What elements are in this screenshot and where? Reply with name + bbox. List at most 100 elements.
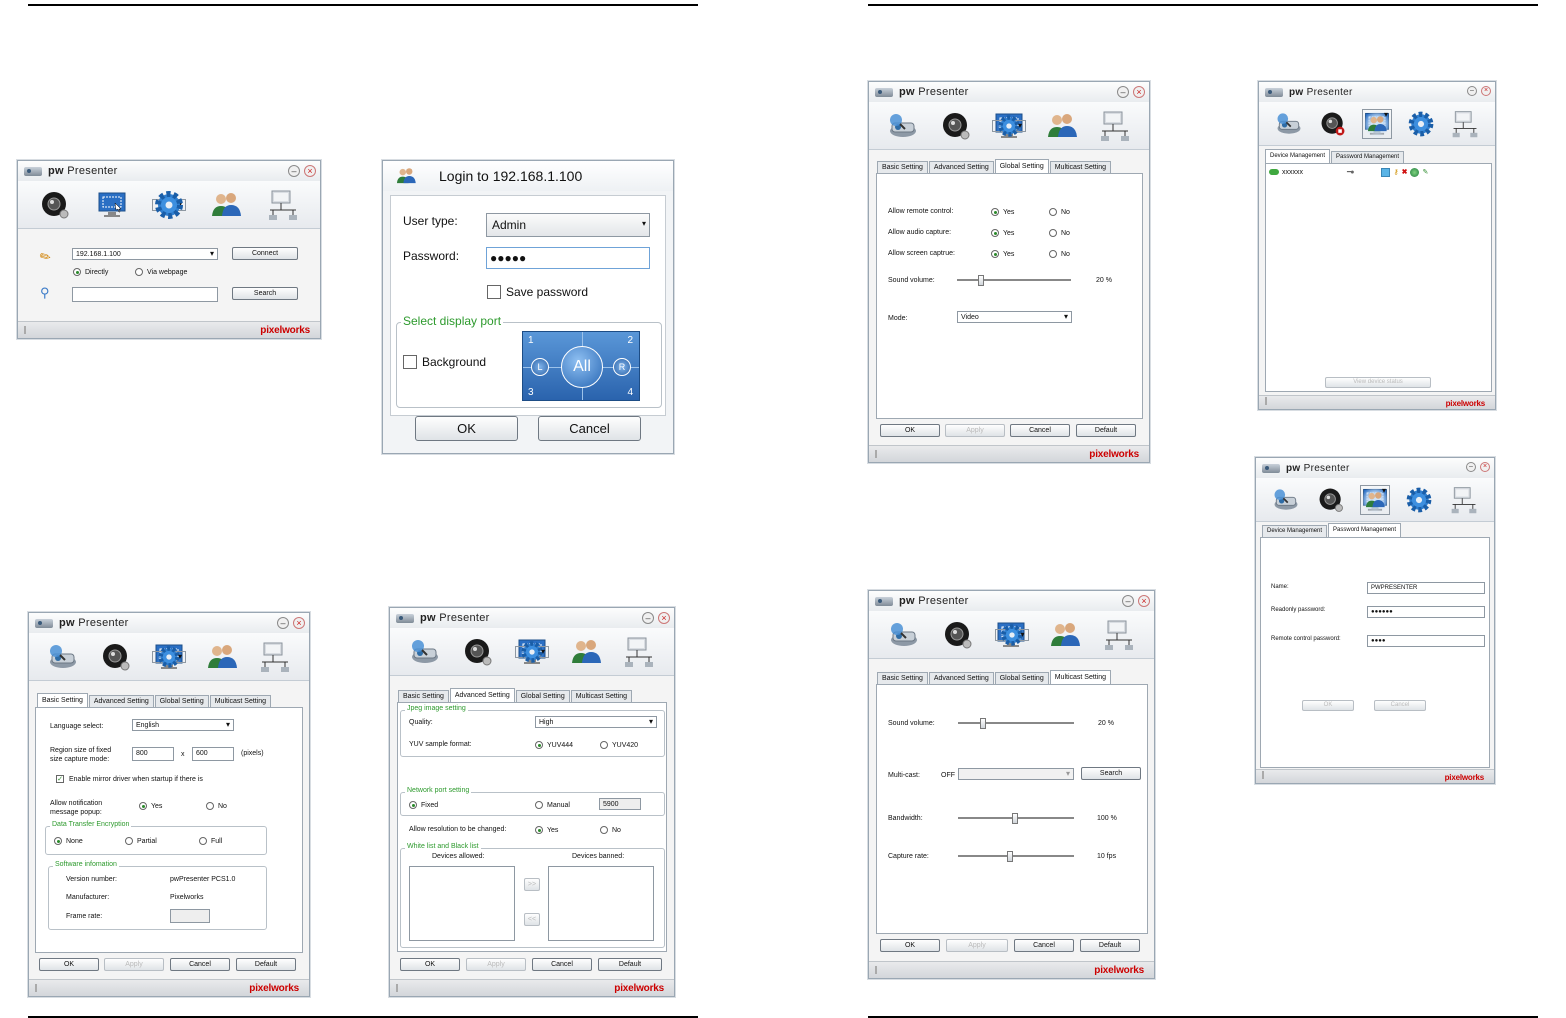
user-edit-icon[interactable]: ✎	[1422, 168, 1428, 176]
apply-button[interactable]: Apply	[945, 424, 1005, 437]
close-button[interactable]: ×	[1480, 462, 1490, 472]
tab-basic-setting[interactable]: Basic Setting	[37, 693, 88, 707]
tab-advanced-setting[interactable]: Advanced Setting	[928, 161, 994, 173]
sound-volume-slider[interactable]	[958, 718, 1074, 729]
tab-multicast-setting[interactable]: Multicast Setting	[209, 695, 272, 707]
camera-icon[interactable]	[99, 640, 133, 674]
default-button[interactable]: Default	[1076, 424, 1136, 437]
tab-global-setting[interactable]: Global Setting	[994, 159, 1049, 173]
camera-icon[interactable]	[1316, 485, 1346, 515]
notification-yes-radio[interactable]: Yes	[139, 802, 162, 810]
network-icon[interactable]	[622, 635, 656, 669]
tab-advanced-setting[interactable]: Advanced Setting	[449, 688, 515, 702]
apply-button[interactable]: Apply	[466, 958, 526, 971]
resolution-yes-radio[interactable]: Yes	[535, 826, 558, 834]
move-to-allowed-button[interactable]: <<	[524, 913, 540, 926]
default-button[interactable]: Default	[1080, 939, 1140, 952]
yuv444-radio[interactable]: YUV444	[535, 741, 573, 749]
gear-icon[interactable]	[515, 646, 549, 658]
port-selector[interactable]: 1 2 3 4 L R All	[522, 331, 640, 401]
minimize-button[interactable]: –	[288, 165, 300, 177]
gear-icon[interactable]	[1404, 485, 1434, 515]
readonly-password-input[interactable]: ●●●●●●	[1367, 606, 1485, 618]
multicast-search-button[interactable]: Search	[1081, 767, 1141, 780]
login-cancel-button[interactable]: Cancel	[538, 416, 641, 441]
audio-yes-radio[interactable]: Yes	[991, 229, 1014, 237]
quality-select[interactable]: High	[535, 716, 657, 728]
port-all-button[interactable]: All	[561, 346, 603, 388]
network-icon[interactable]	[1449, 485, 1479, 515]
search-input[interactable]	[72, 287, 218, 302]
tab-password-management[interactable]: Password Management	[1331, 151, 1405, 163]
encryption-partial-radio[interactable]: Partial	[125, 837, 157, 845]
devices-banned-list[interactable]	[548, 866, 654, 941]
tab-multicast-setting[interactable]: Multicast Setting	[1049, 161, 1112, 173]
close-button[interactable]: ×	[658, 612, 670, 624]
network-icon[interactable]	[1102, 618, 1136, 652]
network-icon[interactable]	[1098, 109, 1132, 143]
port-manual-radio[interactable]: Manual	[535, 801, 570, 809]
password-input[interactable]: ●●●●●	[486, 247, 650, 269]
close-button[interactable]: ×	[1481, 86, 1491, 96]
ok-button[interactable]: OK	[400, 958, 460, 971]
users-icon[interactable]	[569, 635, 603, 669]
tab-global-setting[interactable]: Global Setting	[515, 690, 570, 702]
gear-icon[interactable]	[994, 629, 1029, 641]
via-webpage-radio[interactable]: Via webpage	[135, 268, 187, 276]
default-button[interactable]: Default	[598, 958, 662, 971]
users-icon[interactable]	[1048, 618, 1082, 652]
gear-icon[interactable]	[152, 188, 186, 222]
tab-advanced-setting[interactable]: Advanced Setting	[928, 672, 994, 684]
remote-no-radio[interactable]: No	[1049, 208, 1070, 216]
camera-record-icon[interactable]	[1318, 109, 1348, 139]
tab-global-setting[interactable]: Global Setting	[994, 672, 1049, 684]
projector-icon[interactable]	[1271, 485, 1301, 515]
tab-basic-setting[interactable]: Basic Setting	[877, 161, 928, 173]
projector-icon[interactable]	[886, 109, 920, 143]
resolution-no-radio[interactable]: No	[600, 826, 621, 834]
region-height-input[interactable]: 600	[192, 747, 234, 761]
users-icon[interactable]	[1360, 484, 1390, 515]
cancel-button[interactable]: Cancel	[532, 958, 592, 971]
minimize-button[interactable]: –	[1466, 462, 1476, 472]
network-icon[interactable]	[266, 188, 300, 222]
notification-no-radio[interactable]: No	[206, 802, 227, 810]
apply-button[interactable]: Apply	[946, 939, 1008, 952]
key-icon[interactable]: ⚷	[1393, 168, 1398, 176]
region-width-input[interactable]: 800	[132, 747, 174, 761]
port-fixed-radio[interactable]: Fixed	[409, 801, 438, 809]
tab-device-management[interactable]: Device Management	[1265, 149, 1331, 163]
move-to-banned-button[interactable]: >>	[524, 878, 540, 891]
network-icon[interactable]	[258, 640, 292, 674]
gear-icon[interactable]	[1406, 109, 1436, 139]
tab-advanced-setting[interactable]: Advanced Setting	[88, 695, 154, 707]
apply-button[interactable]: Apply	[104, 958, 164, 971]
network-icon[interactable]	[1450, 109, 1480, 139]
users-icon[interactable]	[1362, 108, 1392, 139]
screen-yes-radio[interactable]: Yes	[991, 250, 1014, 258]
encryption-full-radio[interactable]: Full	[199, 837, 222, 845]
tab-password-management[interactable]: Password Management	[1328, 523, 1402, 537]
mode-select[interactable]: Video	[957, 311, 1072, 323]
user-type-select[interactable]: Admin	[486, 213, 650, 237]
search-button[interactable]: Search	[232, 287, 298, 300]
login-ok-button[interactable]: OK	[415, 416, 518, 441]
multicast-select[interactable]	[958, 768, 1074, 780]
camera-icon[interactable]	[461, 635, 495, 669]
password-ok-button[interactable]: OK	[1302, 700, 1354, 711]
minimize-button[interactable]: –	[1122, 595, 1134, 607]
projector-icon[interactable]	[887, 618, 921, 652]
devices-allowed-list[interactable]	[409, 866, 515, 941]
tab-basic-setting[interactable]: Basic Setting	[877, 672, 928, 684]
close-button[interactable]: ×	[293, 617, 305, 629]
users-icon[interactable]	[205, 640, 239, 674]
capture-rate-slider[interactable]	[958, 851, 1074, 862]
tab-basic-setting[interactable]: Basic Setting	[398, 690, 449, 702]
ok-button[interactable]: OK	[880, 424, 940, 437]
tab-device-management[interactable]: Device Management	[1262, 525, 1328, 537]
screen-no-radio[interactable]: No	[1049, 250, 1070, 258]
minimize-button[interactable]: –	[1117, 86, 1129, 98]
delete-icon[interactable]: ✖	[1402, 168, 1408, 176]
bandwidth-slider[interactable]	[958, 813, 1074, 824]
audio-no-radio[interactable]: No	[1049, 229, 1070, 237]
